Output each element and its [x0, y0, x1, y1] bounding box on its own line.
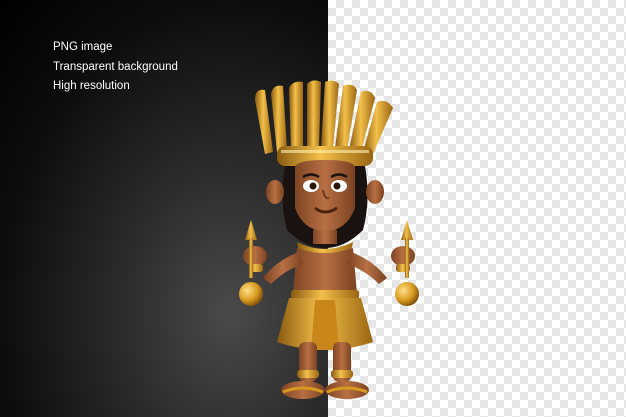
caption-high-resolution: High resolution	[53, 80, 130, 92]
left-hand	[243, 246, 267, 266]
right-ear	[366, 180, 384, 204]
caption-list: PNG image Transparent background High re…	[53, 38, 178, 97]
pharaoh-figure	[239, 80, 419, 399]
image-canvas: PNG image Transparent background High re…	[0, 0, 626, 417]
left-ear	[266, 180, 284, 204]
crown	[255, 80, 393, 166]
right-hand	[391, 246, 415, 266]
caption-png-image: PNG image	[53, 41, 113, 53]
caption-transparent-background: Transparent background	[53, 60, 178, 73]
